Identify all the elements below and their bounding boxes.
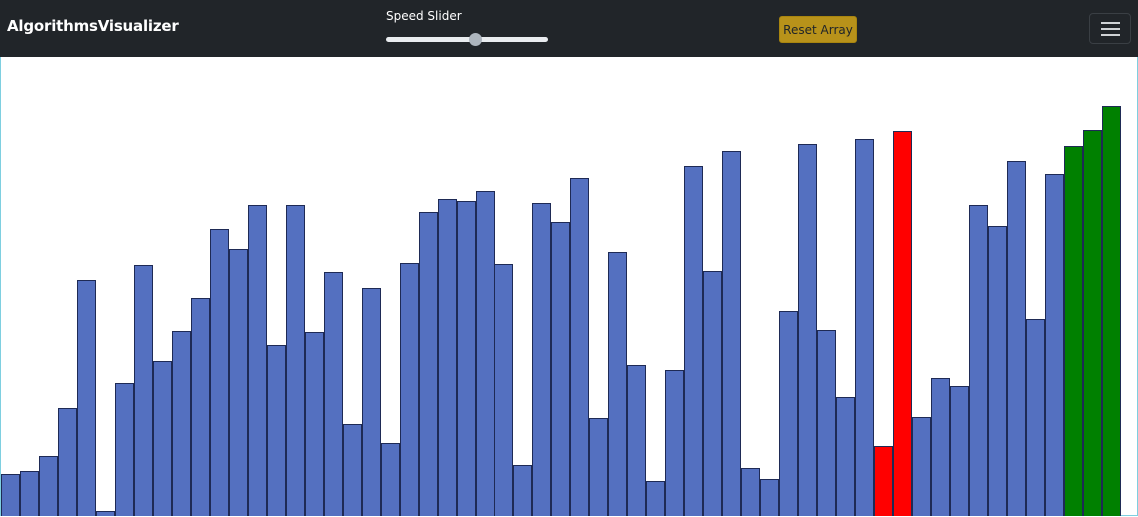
brand-title[interactable]: AlgorithmsVisualizer (7, 17, 179, 35)
array-bar (589, 418, 608, 516)
array-bar (476, 191, 495, 516)
navbar: AlgorithmsVisualizer Speed Slider Reset … (0, 0, 1138, 57)
array-bar (20, 471, 39, 516)
array-bar (855, 139, 874, 516)
array-bar (96, 511, 115, 516)
array-bar (172, 331, 191, 516)
array-bar (874, 446, 893, 516)
array-visualizer (1, 57, 1136, 516)
array-bar (570, 178, 589, 516)
array-bar (58, 408, 77, 516)
array-bar (419, 212, 438, 516)
array-bar (931, 378, 950, 516)
speed-slider-label: Speed Slider (386, 9, 462, 23)
array-bar (494, 264, 513, 516)
array-bar (608, 252, 627, 516)
array-bar (1102, 106, 1121, 516)
speed-slider-thumb[interactable] (469, 33, 483, 46)
array-bar (229, 249, 248, 516)
array-bar (191, 298, 210, 516)
array-bar (703, 271, 722, 516)
array-bar (153, 361, 172, 516)
array-bar (438, 199, 457, 516)
speed-slider[interactable] (386, 33, 548, 46)
array-bar (1026, 319, 1045, 516)
array-bar (457, 201, 476, 516)
hamburger-menu-icon[interactable] (1089, 13, 1131, 44)
array-bar (39, 456, 58, 516)
menu-line (1101, 34, 1120, 36)
array-bar (665, 370, 684, 516)
array-bar (627, 365, 646, 516)
array-bar (513, 465, 532, 516)
menu-line (1101, 28, 1120, 30)
array-bar (798, 144, 817, 516)
array-bar (77, 280, 96, 516)
array-bar (324, 272, 343, 516)
array-bar (362, 288, 381, 516)
array-bar (684, 166, 703, 516)
array-bar (134, 265, 153, 516)
array-bar (760, 479, 779, 516)
array-bar (532, 203, 551, 516)
array-bar (400, 263, 419, 516)
array-bar (343, 424, 362, 516)
array-bar (305, 332, 324, 516)
array-bar (988, 226, 1007, 516)
array-bar (646, 481, 665, 516)
array-bar (551, 222, 570, 516)
array-bar (779, 311, 798, 516)
reset-array-button[interactable]: Reset Array (779, 16, 857, 43)
array-bar (969, 205, 988, 516)
array-bar (210, 229, 229, 516)
array-bar (381, 443, 400, 516)
array-bar (1083, 130, 1102, 516)
array-bar (248, 205, 267, 516)
array-bar (950, 386, 969, 516)
array-bar (836, 397, 855, 516)
array-bar (1045, 174, 1064, 516)
array-bar (267, 345, 286, 516)
array-bar (115, 383, 134, 516)
array-bar (912, 417, 931, 516)
array-bar (893, 131, 912, 516)
array-bar (1, 474, 20, 516)
array-bar (286, 205, 305, 516)
array-bar (1064, 146, 1083, 516)
array-bar (741, 468, 760, 516)
menu-line (1101, 22, 1120, 24)
array-bar (722, 151, 741, 516)
array-bar (817, 330, 836, 516)
array-bar (1007, 161, 1026, 516)
